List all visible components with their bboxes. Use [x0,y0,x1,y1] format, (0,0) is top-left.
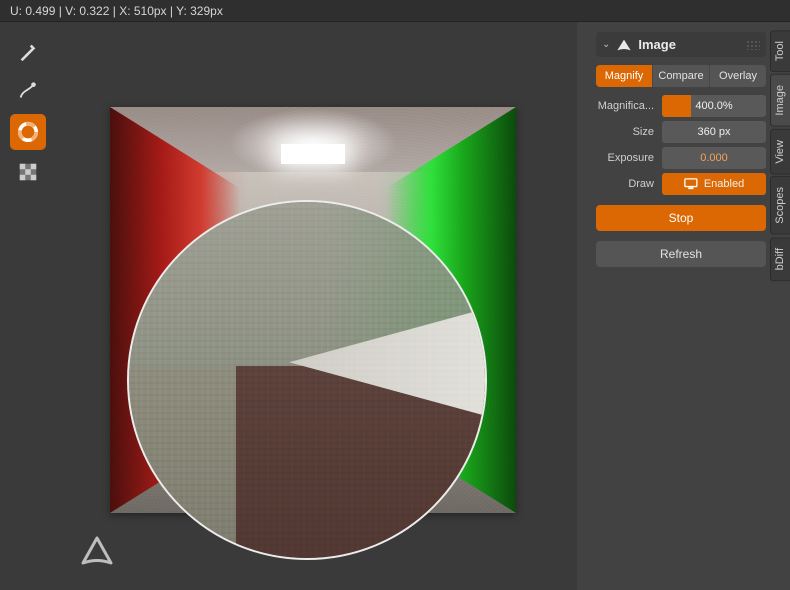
tab-compare[interactable]: Compare [653,65,710,87]
status-bar: U: 0.499 | V: 0.322 | X: 510px | Y: 329p… [0,0,790,22]
eyedropper-tool-button[interactable] [10,34,46,70]
draw-toggle[interactable]: Enabled [662,173,766,195]
triangle-icon [616,37,632,53]
prop-draw: Draw Enabled [596,173,766,195]
prop-label: Size [596,126,658,138]
magnifier-lens[interactable] [127,200,487,560]
field-value: 360 px [697,126,730,138]
side-tabs: Tool Image View Scopes bDiff [770,30,790,284]
vtab-scopes[interactable]: Scopes [770,176,790,235]
tab-magnify[interactable]: Magnify [596,65,653,87]
exposure-field[interactable]: 0.000 [662,147,766,169]
eyedropper-icon [17,41,39,63]
mode-tabs: Magnify Compare Overlay [596,65,766,87]
status-text: U: 0.499 | V: 0.322 | X: 510px | Y: 329p… [10,4,223,18]
prop-label: Draw [596,178,658,190]
field-value: Enabled [704,178,744,190]
chevron-down-icon: ⌄ [602,39,610,50]
field-value: 0.000 [700,152,728,164]
panel-header[interactable]: ⌄ Image [596,32,766,57]
lifesaver-icon [17,121,39,143]
vtab-view[interactable]: View [770,129,790,175]
magnification-field[interactable]: 400.0% [662,95,766,117]
prop-label: Exposure [596,152,658,164]
prop-label: Magnifica... [596,100,658,112]
prop-size: Size 360 px [596,121,766,143]
checker-tool-button[interactable] [10,154,46,190]
pencil-curve-icon [17,81,39,103]
stop-button[interactable]: Stop [596,205,766,231]
prop-exposure: Exposure 0.000 [596,147,766,169]
size-field[interactable]: 360 px [662,121,766,143]
properties-panel: ⌄ Image Magnify Compare Overlay Magnific… [592,22,770,590]
annotate-tool-button[interactable] [10,74,46,110]
prop-magnification: Magnifica... 400.0% [596,95,766,117]
tab-overlay[interactable]: Overlay [710,65,766,87]
field-value: 400.0% [695,100,732,112]
drag-grip-icon[interactable] [746,40,760,50]
checker-icon [17,161,39,183]
vtab-bdiff[interactable]: bDiff [770,237,790,281]
vtab-tool[interactable]: Tool [770,30,790,72]
triangle-logo-icon [80,536,114,566]
magnify-tool-button[interactable] [10,114,46,150]
refresh-button[interactable]: Refresh [596,241,766,267]
vtab-image[interactable]: Image [770,74,790,127]
left-toolbar [10,34,46,190]
image-viewport[interactable] [0,22,577,590]
panel-title: Image [638,37,676,52]
monitor-icon [684,178,698,190]
